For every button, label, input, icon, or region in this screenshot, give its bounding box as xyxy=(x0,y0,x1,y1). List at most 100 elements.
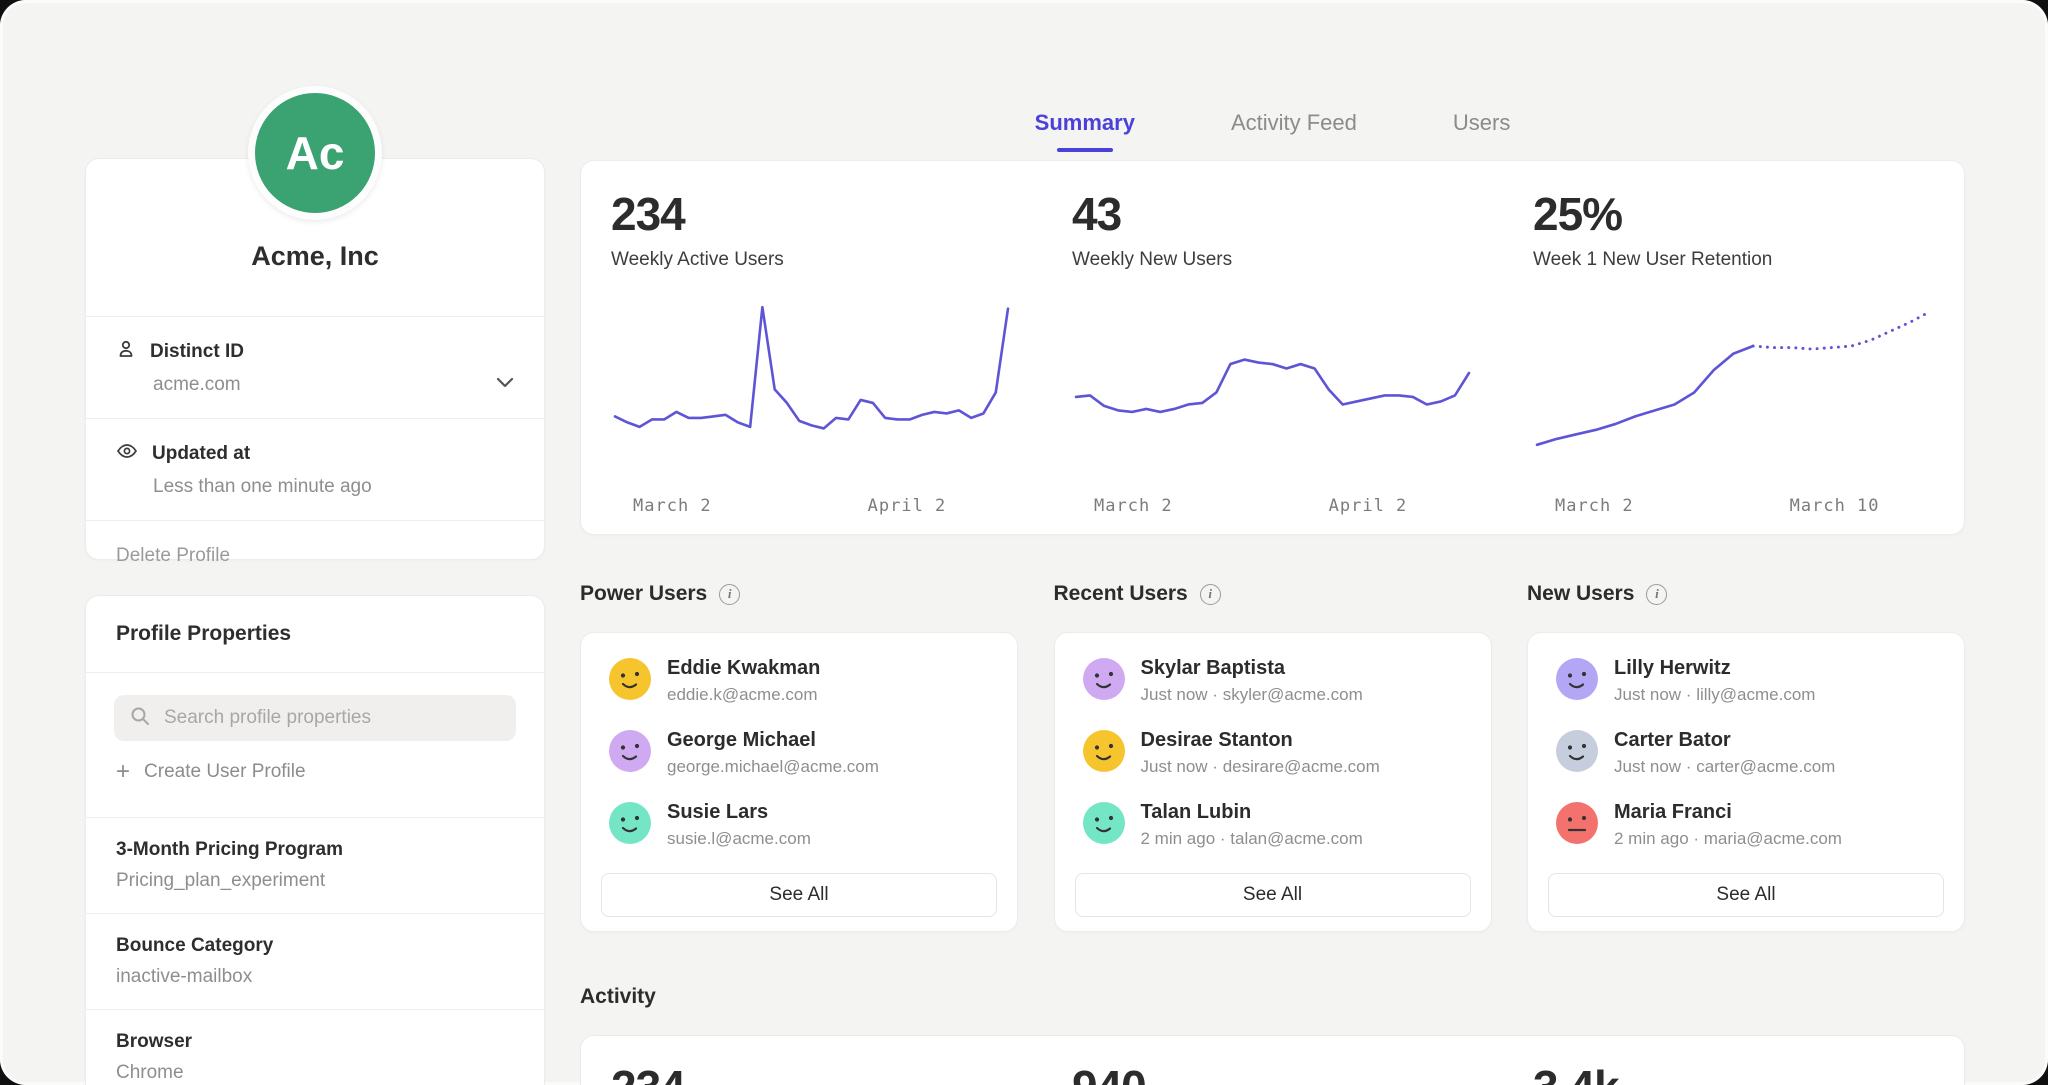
metric-weekly-new-users: 43 Weekly New Users March 2 April 2 xyxy=(1042,161,1503,534)
profile-properties-title: Profile Properties xyxy=(86,596,544,673)
info-icon[interactable]: i xyxy=(1646,584,1667,605)
recent-users-card: Skylar Baptista Just now · skyler@acme.co… xyxy=(1054,632,1492,932)
user-name: Talan Lubin xyxy=(1141,801,1363,824)
user-meta: eddie.k@acme.com xyxy=(667,685,820,705)
x-tick-right: April 2 xyxy=(1329,496,1408,516)
section-title: Recent Users xyxy=(1054,582,1188,606)
section-title: New Users xyxy=(1527,582,1634,606)
user-row-lilly-herwitz[interactable]: Lilly Herwitz Just now · lilly@acme.com xyxy=(1528,645,1964,717)
activity-metric: 234 xyxy=(581,1036,1042,1085)
section-title: Power Users xyxy=(580,582,707,606)
summary-metrics-card: 234 Weekly Active Users March 2 April 2 43 We… xyxy=(580,160,1965,535)
user-meta: 2 min ago · maria@acme.com xyxy=(1614,829,1842,849)
tabs: Summary Activity Feed Users xyxy=(580,110,1965,152)
activity-metric: 940 xyxy=(1042,1036,1503,1085)
metric-label: Weekly New Users xyxy=(1072,249,1473,271)
property-name: Bounce Category xyxy=(116,935,514,957)
activity-card: 234 940 3.4k xyxy=(580,1035,1965,1085)
section-new-users: New Users i Lilly Herwitz Just now · lilly@… xyxy=(1527,580,1965,935)
user-row-talan-lubin[interactable]: Talan Lubin 2 min ago · talan@acme.com xyxy=(1055,789,1491,861)
property-value: Pricing_plan_experiment xyxy=(116,870,514,892)
info-icon[interactable]: i xyxy=(1200,584,1221,605)
user-avatar xyxy=(1083,658,1125,705)
metric-weekly-active-users: 234 Weekly Active Users March 2 April 2 xyxy=(581,161,1042,534)
user-name: Susie Lars xyxy=(667,801,811,824)
tab-activity-feed[interactable]: Activity Feed xyxy=(1227,110,1361,152)
user-row-desirae-stanton[interactable]: Desirae StantonJust now · desirare@acme.… xyxy=(1055,717,1491,789)
person-icon xyxy=(116,339,136,365)
property-row-3-month-pricing-program: 3-Month Pricing Program Pricing_plan_expe… xyxy=(86,817,544,913)
x-tick-right: March 10 xyxy=(1790,496,1880,516)
power-users-card: Eddie Kwakmaneddie.k@acme.comGeorge Mich… xyxy=(580,632,1018,932)
user-avatar xyxy=(609,658,651,705)
x-axis-ticks: March 2 April 2 xyxy=(1072,496,1473,518)
line-chart xyxy=(1533,299,1934,467)
user-row-carter-bator[interactable]: Carter BatorJust now · carter@acme.com xyxy=(1528,717,1964,789)
section-recent-users: Recent Users i Skylar Baptista Just now · s… xyxy=(1054,580,1492,935)
user-row-eddie-kwakman[interactable]: Eddie Kwakmaneddie.k@acme.com xyxy=(581,645,1017,717)
section-power-users: Power Users i Eddie Kwakmaneddie.k@acme.co… xyxy=(580,580,1018,935)
user-row-skylar-baptista[interactable]: Skylar Baptista Just now · skyler@acme.co… xyxy=(1055,645,1491,717)
tab-summary[interactable]: Summary xyxy=(1031,110,1139,152)
x-tick-left: March 2 xyxy=(1555,496,1634,516)
user-meta: Just now · skyler@acme.com xyxy=(1141,685,1363,705)
see-all-button[interactable]: See All xyxy=(1548,873,1944,917)
user-avatar xyxy=(609,802,651,849)
metric-value: 43 xyxy=(1072,191,1473,237)
see-all-button[interactable]: See All xyxy=(1075,873,1471,917)
x-tick-left: March 2 xyxy=(1094,496,1173,516)
profile-row-value: acme.com xyxy=(153,374,514,396)
search-profile-properties[interactable] xyxy=(114,695,516,741)
property-value: Chrome xyxy=(116,1062,514,1084)
user-name: Maria Franci xyxy=(1614,801,1842,824)
user-row-george-michael[interactable]: George Michaelgeorge.michael@acme.com xyxy=(581,717,1017,789)
search-input[interactable] xyxy=(162,706,500,730)
metric-value: 25% xyxy=(1533,191,1934,237)
user-meta: 2 min ago · talan@acme.com xyxy=(1141,829,1363,849)
user-row-susie-lars[interactable]: Susie Lars susie.l@acme.com xyxy=(581,789,1017,861)
profile-properties-card: Profile Properties + Create User Profile… xyxy=(85,595,545,1085)
x-tick-right: April 2 xyxy=(868,496,947,516)
user-name: Lilly Herwitz xyxy=(1614,657,1815,680)
user-meta: Just now · lilly@acme.com xyxy=(1614,685,1815,705)
user-name: George Michael xyxy=(667,729,879,752)
profile-rows: Distinct ID acme.com Updated at Less than o… xyxy=(86,316,544,520)
metric-value: 234 xyxy=(611,191,1012,237)
metric-label: Weekly Active Users xyxy=(611,249,1012,271)
profile-row-label: Updated at xyxy=(152,443,250,465)
app-window: Ac Acme, Inc Distinct IDacme.comUpdated … xyxy=(0,0,2048,1085)
user-avatar xyxy=(1083,730,1125,777)
property-name: 3-Month Pricing Program xyxy=(116,839,514,861)
new-users-card: Lilly Herwitz Just now · lilly@acme.com Ca… xyxy=(1527,632,1965,932)
user-row-maria-franci[interactable]: Maria Franci 2 min ago · maria@acme.com xyxy=(1528,789,1964,861)
user-meta: susie.l@acme.com xyxy=(667,829,811,849)
property-row-bounce-category: Bounce Categoryinactive-mailbox xyxy=(86,913,544,1009)
create-user-profile-button[interactable]: + Create User Profile xyxy=(116,761,514,783)
user-avatar xyxy=(1556,658,1598,705)
line-chart xyxy=(1072,299,1473,467)
metric-week-1-new-user-retention: 25%Week 1 New User RetentionMarch 2March… xyxy=(1503,161,1964,534)
profile-row-distinct-id: Distinct ID acme.com xyxy=(86,316,544,418)
see-all-button[interactable]: See All xyxy=(601,873,997,917)
user-avatar xyxy=(609,730,651,777)
profile-row-label: Distinct ID xyxy=(150,341,244,363)
activity-metric-value: 3.4k xyxy=(1533,1064,1934,1085)
tab-users[interactable]: Users xyxy=(1449,110,1514,152)
info-icon[interactable]: i xyxy=(719,584,740,605)
user-meta: Just now · carter@acme.com xyxy=(1614,757,1835,777)
user-avatar xyxy=(1556,730,1598,777)
chevron-down-icon[interactable] xyxy=(496,375,514,393)
user-name: Desirae Stanton xyxy=(1141,729,1380,752)
user-avatar xyxy=(1556,802,1598,849)
user-name: Skylar Baptista xyxy=(1141,657,1363,680)
property-name: Browser xyxy=(116,1031,514,1053)
property-list: 3-Month Pricing Program Pricing_plan_expe… xyxy=(86,817,544,1085)
delete-profile-button[interactable]: Delete Profile xyxy=(86,520,544,591)
x-axis-ticks: March 2 April 2 xyxy=(611,496,1012,518)
x-axis-ticks: March 2 March 10 xyxy=(1533,496,1934,518)
company-avatar: Ac xyxy=(248,86,382,220)
activity-metric-value: 940 xyxy=(1072,1064,1473,1085)
x-tick-left: March 2 xyxy=(633,496,712,516)
plus-icon: + xyxy=(116,763,130,781)
profile-row-value: Less than one minute ago xyxy=(153,476,514,498)
